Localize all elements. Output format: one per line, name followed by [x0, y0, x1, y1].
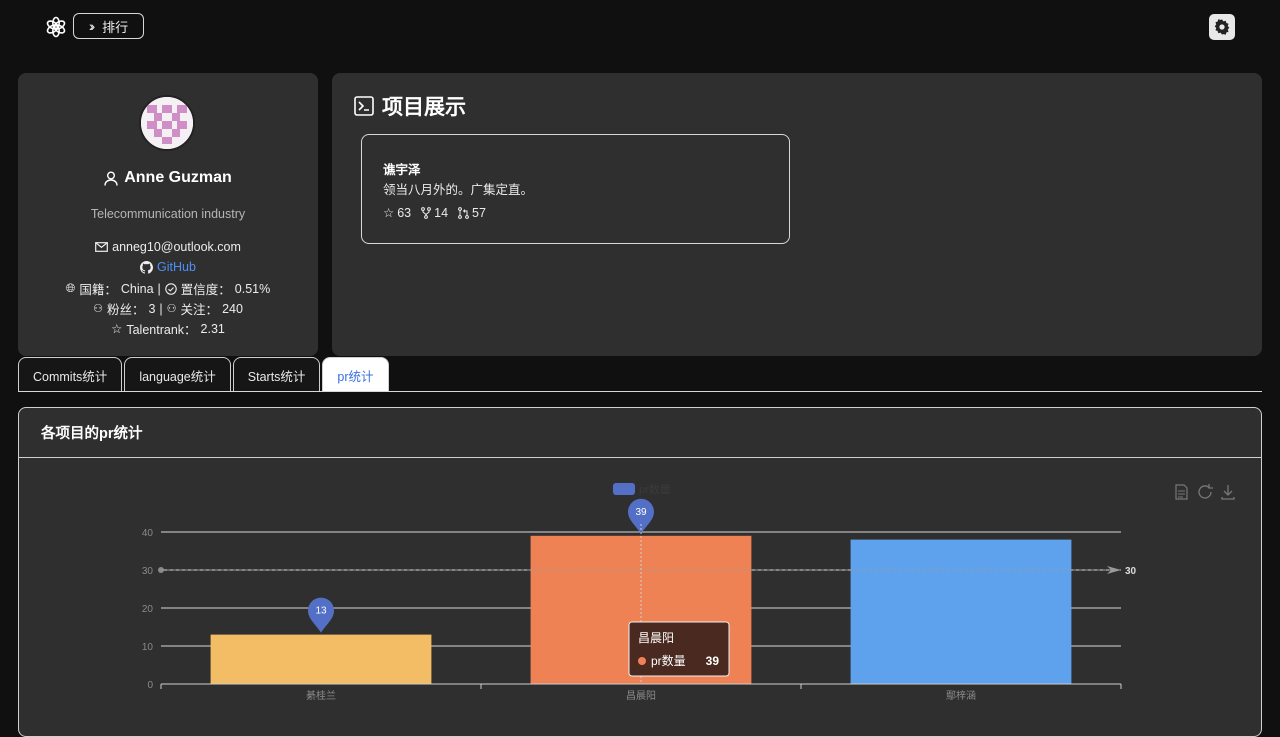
pull-request-icon — [458, 206, 469, 219]
profile-card: Anne Guzman Telecommunication industry a… — [18, 73, 318, 356]
bar[interactable] — [210, 634, 432, 684]
repo-stats: ☆ 63 14 57 — [383, 205, 486, 221]
mark-line-label: 30 — [1125, 566, 1137, 577]
mark-point-value: 13 — [315, 606, 327, 617]
legend-label: pr数量 — [639, 483, 671, 496]
github-link[interactable]: GitHub — [157, 260, 196, 274]
globe-icon: 🌐︎ — [65, 281, 76, 295]
nationality-line: 🌐︎ 国籍： China | 置信度： 0.51% — [18, 279, 318, 298]
repo-card[interactable]: 谯宇泽 领当八月外的。广集定直。 ☆ 63 14 57 — [361, 134, 790, 244]
tab-commits[interactable]: Commits统计 — [18, 357, 123, 392]
tooltip-marker — [638, 657, 646, 665]
followers-value: 3 — [148, 301, 156, 316]
projects-title: 项目展示 — [354, 91, 466, 121]
openai-logo-icon[interactable] — [44, 15, 68, 39]
talentrank-value: 2.31 — [200, 321, 225, 336]
pr-bar-chart: 010203040 綦桂兰 昌晨阳 鄢梓涵 30 1339 pr数量 昌晨阳pr数量… — [142, 483, 1235, 702]
y-tick-label: 0 — [147, 680, 153, 691]
top-bar: ›› 排行 — [0, 0, 1280, 56]
y-tick-label: 30 — [142, 566, 154, 577]
projects-card: 项目展示 谯宇泽 领当八月外的。广集定直。 ☆ 63 14 57 — [332, 73, 1262, 356]
profile-industry: Telecommunication industry — [90, 207, 246, 221]
repo-stars: 63 — [397, 205, 412, 220]
nationality-label: 国籍： — [79, 283, 117, 297]
talentrank-label: Talentrank： — [126, 323, 197, 337]
y-tick-label: 20 — [142, 604, 154, 615]
followers-label: 粉丝： — [106, 303, 145, 317]
x-tick-label: 綦桂兰 — [306, 689, 336, 702]
x-axis: 綦桂兰 昌晨阳 鄢梓涵 — [160, 683, 1122, 702]
download-icon[interactable] — [1221, 485, 1235, 500]
tab-starts[interactable]: Starts统计 — [232, 357, 321, 392]
talentrank-line: ☆ Talentrank： 2.31 — [18, 319, 318, 338]
rank-button[interactable]: ›› 排行 — [73, 13, 144, 39]
separator: | — [159, 301, 163, 316]
tooltip-value: 39 — [706, 654, 720, 668]
gear-icon — [1214, 19, 1230, 35]
data-view-icon[interactable] — [1175, 484, 1188, 500]
following-value: 240 — [222, 301, 243, 316]
x-tick-label: 昌晨阳 — [626, 690, 656, 702]
legend-swatch — [613, 483, 635, 495]
y-axis: 0 10 20 30 40 — [142, 528, 154, 691]
mail-icon — [95, 242, 109, 252]
tab-language[interactable]: language统计 — [124, 357, 231, 392]
star-icon: ☆ — [111, 322, 123, 336]
y-tick-label: 40 — [142, 528, 154, 539]
separator: | — [157, 281, 161, 296]
chart-legend[interactable]: pr数量 — [613, 483, 671, 496]
projects-title-text: 项目展示 — [382, 96, 466, 119]
fork-icon — [421, 206, 432, 219]
profile-name: Anne Guzman — [18, 169, 318, 187]
confidence-label: 置信度： — [180, 283, 231, 297]
following-label: 关注： — [180, 303, 219, 317]
confidence-value: 0.51% — [234, 281, 271, 296]
pr-chart-card: 各项目的pr统计 0 10 20 30 40 綦桂兰 昌晨阳 鄢梓涵 30 13 39 pr数… — [18, 407, 1262, 737]
stats-tabs: Commits统计 language统计 Starts统计 pr统计 — [18, 357, 389, 392]
github-line: GitHub — [18, 260, 318, 274]
following-icon: ⚇ — [166, 303, 177, 315]
double-chevron-right-icon: ›› — [88, 18, 96, 34]
tab-pr[interactable]: pr统计 — [322, 357, 389, 392]
avatar — [139, 95, 195, 151]
terminal-icon — [354, 96, 374, 116]
profile-name-text: Anne Guzman — [124, 169, 232, 186]
email-text: anneg10@outlook.com — [112, 240, 241, 254]
star-icon: ☆ — [383, 206, 395, 220]
chart-toolbox — [1175, 484, 1235, 500]
rank-button-label: 排行 — [102, 19, 129, 35]
repo-prs: 57 — [472, 205, 486, 220]
repo-description: 领当八月外的。广集定直。 — [383, 183, 534, 197]
user-icon — [104, 171, 118, 186]
mark-point-pin: 13 — [308, 597, 334, 633]
nationality-value: China — [120, 281, 154, 296]
settings-button[interactable] — [1209, 14, 1235, 40]
followers-line: ⚇ 粉丝： 3 | ⚇ 关注： 240 — [18, 299, 318, 318]
y-tick-label: 10 — [142, 642, 154, 653]
tooltip-title: 昌晨阳 — [638, 631, 674, 645]
check-circle-icon — [165, 282, 177, 295]
x-tick-label: 鄢梓涵 — [946, 689, 976, 702]
refresh-icon[interactable] — [1198, 484, 1213, 499]
repo-forks: 14 — [434, 205, 449, 220]
repo-name[interactable]: 谯宇泽 — [383, 159, 421, 178]
tooltip-series-name: pr数量 — [651, 653, 686, 668]
followers-icon: ⚇ — [93, 303, 103, 315]
tabs-divider — [18, 391, 1262, 392]
github-icon — [140, 260, 154, 274]
bar[interactable] — [850, 539, 1072, 684]
mark-point-value: 39 — [635, 507, 647, 518]
email-line: anneg10@outlook.com — [18, 240, 318, 254]
